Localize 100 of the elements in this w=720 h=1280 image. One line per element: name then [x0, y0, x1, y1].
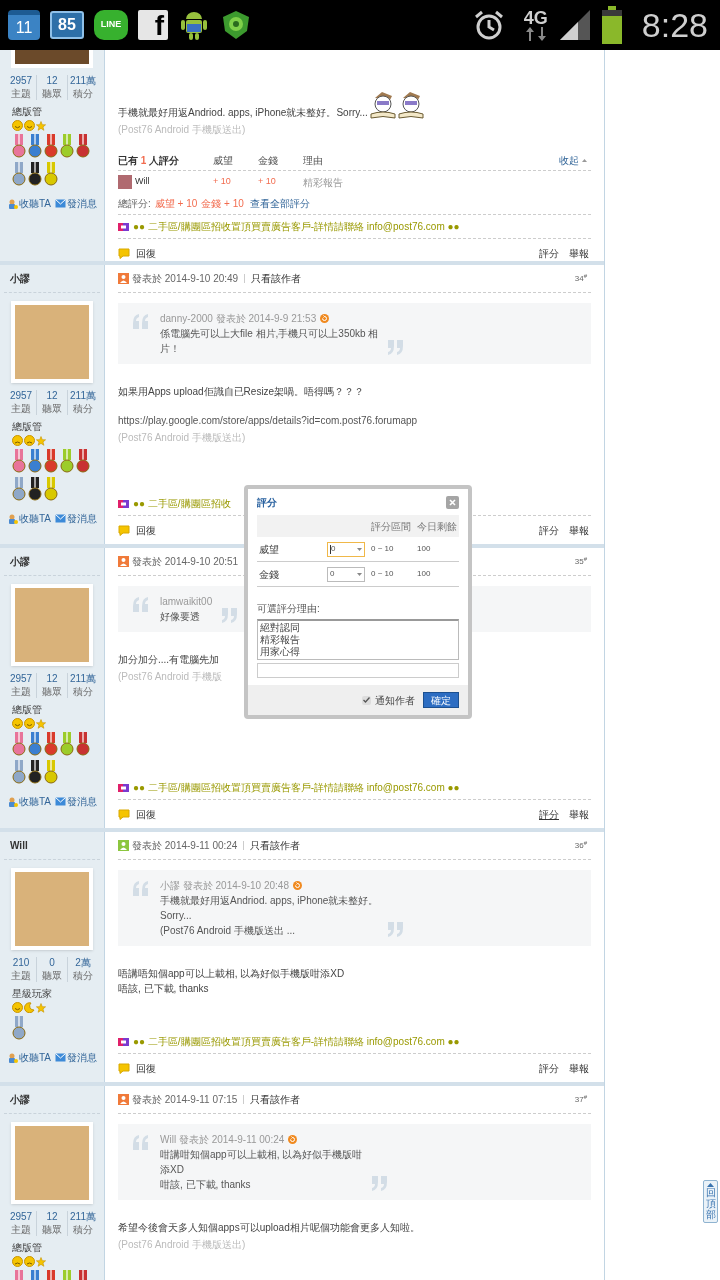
quote-author: danny-2000 發表於 2014-9-9 21:53: [160, 311, 379, 326]
score-select[interactable]: 0: [327, 541, 365, 557]
reply-link[interactable]: 回復: [118, 245, 156, 261]
reply-link[interactable]: 回復: [118, 1060, 156, 1076]
ad-badge-icon: [118, 499, 129, 508]
post-action-link[interactable]: 評分: [539, 1060, 559, 1076]
stat-label: 主題: [11, 1224, 31, 1236]
stat-value[interactable]: 211萬: [70, 75, 96, 87]
post-action-link[interactable]: 舉報: [569, 522, 589, 538]
return-arrow-icon[interactable]: [292, 881, 302, 890]
view-all-ratings-link[interactable]: 查看全部評分: [249, 196, 310, 211]
total-value: 金錢 + 10: [201, 197, 244, 211]
stat-value[interactable]: 211萬: [70, 673, 96, 685]
follow-link[interactable]: 收聽TA: [8, 1050, 52, 1065]
reasons-listbox[interactable]: 絕對認同 精彩報告 用家心得: [257, 619, 459, 660]
author-name[interactable]: 小謬: [10, 554, 30, 569]
stat-value[interactable]: 2957: [9, 390, 33, 402]
score-select[interactable]: 0: [327, 566, 365, 582]
author-only-link[interactable]: 只看該作者: [250, 838, 301, 853]
close-quote-icon: [386, 339, 406, 356]
confirm-button[interactable]: 確定: [423, 692, 459, 708]
follow-link[interactable]: 收聽TA: [8, 511, 52, 526]
stat-label: 主題: [11, 88, 31, 100]
envelope-icon: [55, 797, 67, 806]
total-value: 威望 + 10: [154, 197, 198, 211]
post-date: 發表於 2014-9-11 07:15: [132, 1093, 238, 1107]
post-link[interactable]: https://play.google.com/store/apps/details?id=com.post76.forumapp: [118, 413, 418, 428]
column-header: 威望: [213, 154, 234, 168]
stat-value[interactable]: 12: [46, 75, 58, 87]
close-button[interactable]: [446, 495, 459, 509]
calendar-notification-icon[interactable]: 11: [8, 10, 40, 40]
message-link[interactable]: 發消息: [55, 794, 98, 809]
stat-value[interactable]: 211萬: [70, 390, 96, 402]
follow-link[interactable]: 收聽TA: [8, 794, 52, 809]
signature-text: (Post76 Android 手機版送出): [118, 1238, 246, 1252]
return-arrow-icon[interactable]: [288, 1135, 298, 1144]
advertisement-link[interactable]: ●● 二手區/購團區招收: [133, 496, 231, 511]
stat-value[interactable]: 12: [46, 1211, 58, 1223]
rater-name[interactable]: Will: [135, 175, 150, 189]
follow-link[interactable]: 收聽TA: [8, 196, 52, 211]
quote-text: Sorry...: [160, 909, 193, 923]
message-link[interactable]: 發消息: [55, 511, 98, 526]
social-app-icon[interactable]: f: [138, 10, 168, 40]
post-action-link[interactable]: 評分: [539, 245, 559, 261]
return-arrow-icon[interactable]: [320, 314, 330, 323]
row-label: 威望: [258, 542, 280, 557]
collapse-link[interactable]: 收起: [559, 153, 587, 168]
stat-value[interactable]: 12: [46, 673, 58, 685]
post-action-link[interactable]: 舉報: [569, 806, 589, 822]
frown-face-icon: [12, 1256, 23, 1267]
stat-value[interactable]: 2萬: [75, 957, 91, 969]
stat-label: 主題: [11, 403, 31, 415]
stat-value[interactable]: 0: [49, 957, 55, 969]
back-to-top-button[interactable]: 回頂部: [703, 1180, 718, 1223]
post-action-link[interactable]: 評分: [539, 522, 559, 538]
message-link[interactable]: 發消息: [55, 1050, 98, 1065]
advertisement-link[interactable]: ●● 二手區/購團區招收置頂買賣廣告客戶-詳情請聯絡 info@post76.com ●●: [133, 219, 460, 234]
caret-icon: [357, 547, 362, 551]
quote-text: 係電腦先可以上大file 相片,手機只可以上350kb 相: [160, 327, 379, 341]
stat-value[interactable]: 2957: [9, 75, 33, 87]
rank-title: 總版管: [12, 1242, 43, 1254]
star-icon: [36, 1256, 46, 1267]
quote-text: 好像要透: [160, 610, 201, 624]
quote-author: Will 發表於 2014-9-11 00:24: [160, 1132, 363, 1147]
stat-value[interactable]: 211萬: [70, 1211, 96, 1223]
advertisement-link[interactable]: ●● 二手區/購團區招收置頂買賣廣告客戶-詳情請聯絡 info@post76.com ●●: [133, 780, 460, 795]
counter-notification-icon[interactable]: 85: [50, 11, 84, 39]
close-icon: [449, 498, 456, 506]
reason-input-field[interactable]: [257, 663, 459, 678]
author-name[interactable]: 小謬: [10, 1092, 30, 1107]
author-only-link[interactable]: 只看該作者: [250, 1092, 301, 1107]
stat-value[interactable]: 2957: [9, 1211, 33, 1223]
author-only-link[interactable]: 只看該作者: [251, 271, 302, 286]
notify-checkbox[interactable]: [362, 695, 371, 705]
star-icon: [36, 435, 46, 446]
caret-up-icon: [582, 159, 587, 162]
moon-icon: [24, 1002, 35, 1013]
rank-title: 星級玩家: [12, 988, 53, 1000]
reply-link[interactable]: 回復: [118, 522, 156, 538]
quote-text: 手機就最好用返Andriod. apps, iPhone就未整好。: [160, 894, 379, 908]
author-name[interactable]: Will: [10, 838, 28, 853]
follow-icon: [8, 513, 18, 524]
stat-value[interactable]: 2957: [9, 673, 33, 685]
advertisement-link[interactable]: ●● 二手區/購團區招收置頂買賣廣告客戶-詳情請聯絡 info@post76.com ●●: [133, 1034, 460, 1049]
post-action-link[interactable]: 評分: [539, 806, 559, 822]
remaining-text: 100: [417, 543, 432, 555]
post-action-link[interactable]: 舉報: [569, 1060, 589, 1076]
stat-value[interactable]: 12: [46, 390, 58, 402]
message-link[interactable]: 發消息: [55, 196, 98, 211]
post-action-link[interactable]: 舉報: [569, 245, 589, 261]
stat-value[interactable]: 210: [12, 957, 30, 969]
shield-app-icon[interactable]: [220, 9, 252, 41]
author-name[interactable]: 小謬: [10, 271, 30, 286]
smiley-icon: [12, 1002, 23, 1013]
smiley-icon: [12, 120, 23, 131]
close-quote-icon: [386, 921, 406, 938]
row-label: 金錢: [258, 567, 280, 582]
quote-text: 片！: [160, 342, 181, 356]
reply-link[interactable]: 回復: [118, 806, 156, 822]
smiley-icon: [24, 120, 35, 131]
